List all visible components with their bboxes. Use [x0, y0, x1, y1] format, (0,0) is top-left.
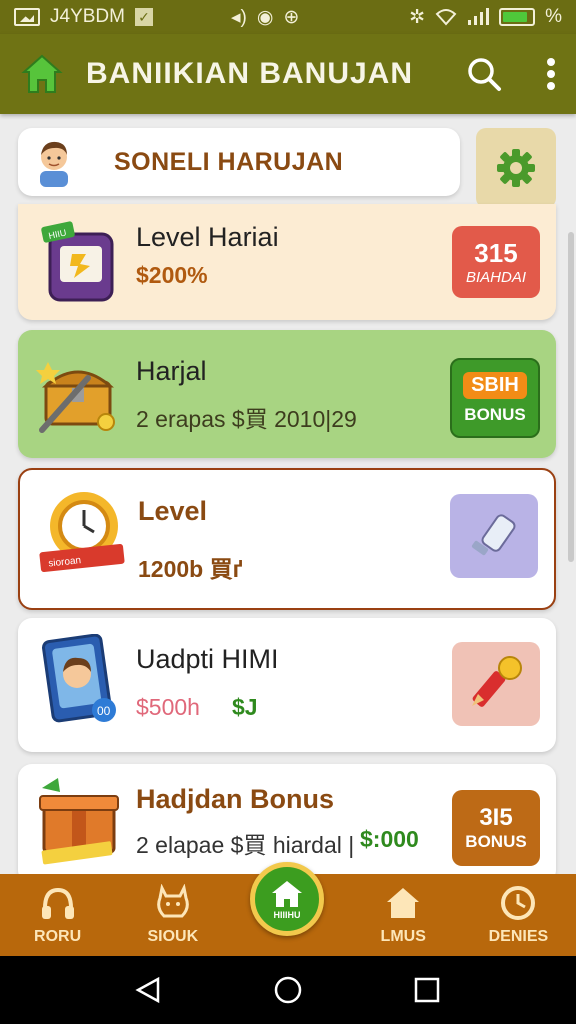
back-icon[interactable]	[134, 975, 164, 1005]
nav-label: DENIES	[488, 928, 549, 945]
card-title: Level Hariai	[136, 222, 279, 252]
house-icon	[387, 888, 420, 918]
card-title: Uadpti HIMI	[136, 644, 279, 674]
list-item-level[interactable]: sioroan Level 1200b 買ґ	[18, 468, 556, 610]
card-title: Level	[138, 496, 208, 526]
svg-text:00: 00	[97, 704, 111, 718]
recents-icon[interactable]	[412, 975, 442, 1005]
hotspot-icon: ◉	[256, 6, 274, 28]
nav-item-roru[interactable]: RORU	[0, 874, 115, 956]
badge-value: 315	[474, 238, 518, 268]
scrollbar[interactable]	[568, 232, 574, 562]
badge-button[interactable]: 315 BIAHDAI	[452, 226, 540, 298]
image-notification-icon	[14, 8, 40, 26]
card-subtitle: 2 elapae $買 hiardal |	[136, 832, 355, 858]
settings-button[interactable]	[476, 128, 556, 208]
card-price: $:000	[360, 826, 419, 852]
list-item-harjal[interactable]: Harjal 2 erapas $買 2010|29 SΒΙН BONUS	[18, 330, 556, 458]
pencil-coin-icon	[472, 656, 522, 707]
game-console-icon: HIIU	[41, 221, 114, 302]
badge-label: BIAHDAI	[465, 269, 526, 286]
profile-photo-icon: 00	[41, 634, 116, 723]
app-bar: BANIIKIAN BANUJAN	[0, 34, 576, 114]
pencil-badge-button[interactable]	[452, 642, 540, 726]
wifi-icon	[435, 9, 457, 26]
nav-label: HIIIHU	[273, 909, 301, 920]
gift-box-icon	[39, 778, 119, 865]
card-price: $500h	[136, 694, 200, 720]
nav-home-button[interactable]: HIIIHU	[250, 862, 324, 936]
bonus-badge-button[interactable]: SΒΙН BONUS	[450, 358, 540, 438]
nav-item-lmus[interactable]: LMUS	[346, 874, 461, 956]
gear-icon	[497, 149, 535, 187]
card-subtitle: 2 erapas $買 2010|29	[136, 406, 357, 432]
alarm-icon: ⊕	[283, 6, 300, 28]
nav-label: RORU	[34, 928, 82, 945]
clock-icon	[501, 886, 536, 920]
card-title: Harjal	[136, 356, 207, 386]
check-notification-icon: ✓	[134, 8, 153, 26]
app-title: BANIIKIAN BANUJAN	[86, 57, 414, 90]
badge-label: BONUS	[464, 404, 526, 424]
badge-label: BONUS	[465, 832, 527, 851]
headphones-icon	[41, 887, 74, 919]
badge-value: 3I5	[479, 804, 513, 831]
bonus-badge-button[interactable]: 3I5 BONUS	[452, 790, 540, 866]
nav-label: SIOUK	[147, 928, 199, 945]
volume-icon: ◂)	[230, 6, 247, 28]
signal-icon	[468, 8, 490, 25]
avatar	[40, 141, 68, 187]
system-nav-bar	[0, 956, 576, 1024]
nav-item-denies[interactable]: DENIES	[461, 874, 576, 956]
home-circle-icon[interactable]	[273, 975, 303, 1005]
content-list[interactable]: SONELI HARUJAN HIIU Level Hariai $200% 3…	[0, 114, 576, 874]
treasure-chest-icon	[36, 362, 115, 433]
profile-name: SONELI HARUJAN	[114, 147, 344, 176]
gear-status-icon: ✲	[409, 6, 426, 28]
nav-label: LMUS	[380, 928, 426, 945]
carrier-text: J4YBDM	[50, 6, 125, 27]
tool-badge-button[interactable]	[450, 494, 538, 578]
list-item-hadjdan-bonus[interactable]: Hadjdan Bonus 2 elapae $買 hiardal | $:00…	[18, 764, 556, 874]
nav-item-siouk[interactable]: SIOUK	[115, 874, 230, 956]
battery-label: %	[545, 6, 562, 27]
creature-icon	[156, 884, 189, 918]
card-title: Hadjdan Bonus	[136, 784, 335, 814]
status-bar: J4YBDM ✓ ◂) ◉ ⊕ ✲ %	[0, 0, 576, 34]
card-price-alt: $J	[232, 694, 258, 720]
home-icon	[272, 880, 302, 907]
list-item-level-hariai[interactable]: HIIU Level Hariai $200% 315 BIAHDAI	[18, 204, 556, 320]
clock-ribbon-icon: sioroan	[39, 492, 125, 573]
card-subtitle: $200%	[136, 262, 208, 288]
battery-icon	[499, 8, 536, 26]
badge-value: SΒΙН	[463, 371, 527, 399]
list-item-uadpti-himi[interactable]: 00 Uadpti HIMI $500h $J	[18, 618, 556, 752]
more-options-icon[interactable]	[546, 57, 556, 91]
home-icon[interactable]	[20, 52, 64, 96]
profile-card[interactable]: SONELI HARUJAN	[18, 128, 460, 196]
bottle-icon	[471, 514, 516, 556]
search-icon[interactable]	[466, 56, 502, 92]
card-subtitle: 1200b 買ґ	[138, 556, 243, 582]
